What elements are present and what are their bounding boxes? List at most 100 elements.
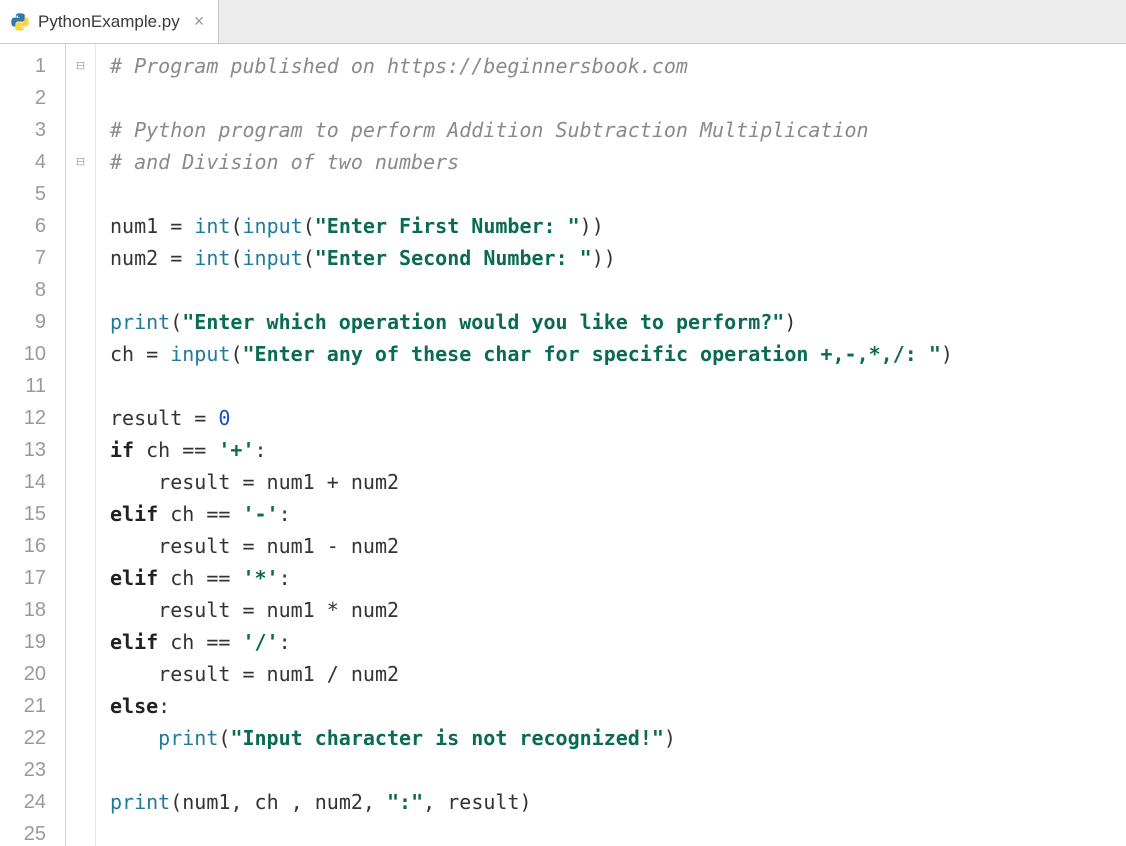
code-line[interactable]: # and Division of two numbers bbox=[110, 146, 1126, 178]
line-number: 12 bbox=[0, 402, 60, 434]
fold-marker-slot bbox=[66, 82, 95, 114]
code-line[interactable]: else: bbox=[110, 690, 1126, 722]
code-token: '+' bbox=[218, 438, 254, 462]
code-token: num2 bbox=[351, 598, 399, 622]
code-token: , bbox=[230, 790, 254, 814]
fold-marker-slot[interactable]: ⊟ bbox=[66, 50, 95, 82]
line-number: 4 bbox=[0, 146, 60, 178]
code-token: result bbox=[110, 470, 242, 494]
code-token: ch bbox=[146, 438, 182, 462]
code-line[interactable]: elif ch == '*': bbox=[110, 562, 1126, 594]
code-token: "Enter First Number: " bbox=[315, 214, 580, 238]
line-number: 1 bbox=[0, 50, 60, 82]
line-number: 16 bbox=[0, 530, 60, 562]
code-line[interactable]: elif ch == '/': bbox=[110, 626, 1126, 658]
code-token: , bbox=[423, 790, 447, 814]
code-line[interactable]: ch = input("Enter any of these char for … bbox=[110, 338, 1126, 370]
code-line[interactable] bbox=[110, 274, 1126, 306]
code-token: result bbox=[110, 534, 242, 558]
code-line[interactable]: result = num1 - num2 bbox=[110, 530, 1126, 562]
code-line[interactable]: if ch == '+': bbox=[110, 434, 1126, 466]
code-token: # and Division of two numbers bbox=[110, 150, 459, 174]
code-token: ( bbox=[230, 342, 242, 366]
fold-marker-slot bbox=[66, 530, 95, 562]
code-line[interactable] bbox=[110, 370, 1126, 402]
code-token: "Enter Second Number: " bbox=[315, 246, 592, 270]
code-token: num1 bbox=[267, 470, 327, 494]
code-token: == bbox=[206, 566, 242, 590]
code-line[interactable] bbox=[110, 178, 1126, 210]
code-line[interactable]: result = 0 bbox=[110, 402, 1126, 434]
code-line[interactable] bbox=[110, 82, 1126, 114]
code-line[interactable]: print("Input character is not recognized… bbox=[110, 722, 1126, 754]
line-number: 25 bbox=[0, 818, 60, 846]
fold-strip: ⊟⊟ bbox=[66, 44, 96, 846]
code-token: '*' bbox=[242, 566, 278, 590]
code-line[interactable]: num1 = int(input("Enter First Number: ")… bbox=[110, 210, 1126, 242]
code-token: input bbox=[170, 342, 230, 366]
code-line[interactable]: print("Enter which operation would you l… bbox=[110, 306, 1126, 338]
code-token: = bbox=[146, 342, 170, 366]
code-token: # Python program to perform Addition Sub… bbox=[110, 118, 869, 142]
code-line[interactable]: result = num1 / num2 bbox=[110, 658, 1126, 690]
code-line[interactable] bbox=[110, 818, 1126, 846]
code-token: num1 bbox=[267, 662, 327, 686]
fold-marker-slot bbox=[66, 786, 95, 818]
code-token: num1 bbox=[182, 790, 230, 814]
line-number: 3 bbox=[0, 114, 60, 146]
code-line[interactable]: elif ch == '-': bbox=[110, 498, 1126, 530]
fold-marker-slot bbox=[66, 594, 95, 626]
code-line[interactable]: num2 = int(input("Enter Second Number: "… bbox=[110, 242, 1126, 274]
code-token: - bbox=[327, 534, 351, 558]
python-file-icon bbox=[10, 12, 30, 32]
code-token: num2 bbox=[110, 246, 170, 270]
fold-marker-slot bbox=[66, 658, 95, 690]
code-line[interactable]: print(num1, ch , num2, ":", result) bbox=[110, 786, 1126, 818]
editor-pane: 1234567891011121314151617181920212223242… bbox=[0, 44, 1126, 846]
code-line[interactable] bbox=[110, 754, 1126, 786]
tab-bar: PythonExample.py × bbox=[0, 0, 1126, 44]
line-number: 21 bbox=[0, 690, 60, 722]
code-token: elif bbox=[110, 566, 170, 590]
fold-marker-slot bbox=[66, 178, 95, 210]
line-number: 20 bbox=[0, 658, 60, 690]
code-token: num2 bbox=[351, 662, 399, 686]
code-token: ( bbox=[170, 310, 182, 334]
code-token: ( bbox=[230, 246, 242, 270]
fold-marker-slot bbox=[66, 370, 95, 402]
fold-marker-slot[interactable]: ⊟ bbox=[66, 146, 95, 178]
code-token: '-' bbox=[242, 502, 278, 526]
fold-marker-slot bbox=[66, 562, 95, 594]
code-token: == bbox=[206, 630, 242, 654]
code-token: , bbox=[291, 790, 315, 814]
code-token: result bbox=[110, 598, 242, 622]
code-token: input bbox=[242, 246, 302, 270]
line-number: 23 bbox=[0, 754, 60, 786]
code-line[interactable]: result = num1 + num2 bbox=[110, 466, 1126, 498]
code-token: num1 bbox=[267, 598, 327, 622]
code-token: ch bbox=[170, 630, 206, 654]
tab-pythonexample[interactable]: PythonExample.py × bbox=[0, 0, 219, 43]
tab-close-icon[interactable]: × bbox=[188, 11, 205, 32]
code-area[interactable]: # Program published on https://beginners… bbox=[96, 44, 1126, 846]
code-line[interactable]: # Program published on https://beginners… bbox=[110, 50, 1126, 82]
code-token: 0 bbox=[218, 406, 230, 430]
code-token: ) bbox=[941, 342, 953, 366]
fold-marker-slot bbox=[66, 626, 95, 658]
code-token: == bbox=[182, 438, 218, 462]
code-token: ( bbox=[303, 246, 315, 270]
code-token: ) bbox=[664, 726, 676, 750]
code-line[interactable]: # Python program to perform Addition Sub… bbox=[110, 114, 1126, 146]
line-number: 18 bbox=[0, 594, 60, 626]
code-token: : bbox=[279, 566, 291, 590]
line-number: 8 bbox=[0, 274, 60, 306]
code-token: else bbox=[110, 694, 158, 718]
code-token: "Enter which operation would you like to… bbox=[182, 310, 784, 334]
code-token: elif bbox=[110, 630, 170, 654]
code-line[interactable]: result = num1 * num2 bbox=[110, 594, 1126, 626]
fold-marker-slot bbox=[66, 690, 95, 722]
line-number: 13 bbox=[0, 434, 60, 466]
code-token: num2 bbox=[315, 790, 363, 814]
code-token: result bbox=[110, 406, 194, 430]
code-token: == bbox=[206, 502, 242, 526]
